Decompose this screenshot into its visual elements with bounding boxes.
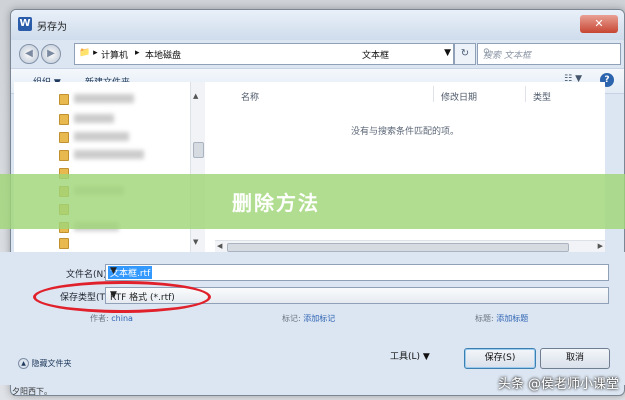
blurred-folder-name xyxy=(74,132,129,141)
search-input[interactable]: 搜索 文本框 ⚲ xyxy=(477,43,621,65)
folder-icon xyxy=(59,238,69,249)
document-text-fragment: 夕阳西下。 xyxy=(12,387,52,396)
folder-icon xyxy=(59,114,69,125)
collapse-icon: ▲ xyxy=(18,358,29,369)
folder-icon xyxy=(59,132,69,143)
address-row: ◀ ▶ 📁 ▸ 计算机 ▸ 本地磁盘 文本框 ▼ ↻ 搜索 文本框 ⚲ xyxy=(11,40,624,68)
tools-dropdown[interactable]: 工具(L) ▼ xyxy=(390,348,462,367)
filename-label: 文件名(N): xyxy=(66,270,110,280)
forward-button[interactable]: ▶ xyxy=(41,44,61,64)
column-modified-date[interactable]: 修改日期 xyxy=(441,90,477,103)
filename-dropdown-icon[interactable]: ▼ xyxy=(108,266,605,276)
breadcrumb-separator-icon: ▸ xyxy=(135,48,140,58)
title-bar: W 另存为 ✕ xyxy=(11,10,624,40)
column-name[interactable]: 名称 xyxy=(241,90,259,103)
hide-folders-toggle[interactable]: ▲ 隐藏文件夹 xyxy=(18,358,72,369)
save-button[interactable]: 保存(S) xyxy=(464,348,536,369)
breadcrumb-textbox[interactable]: 文本框 xyxy=(362,48,389,61)
close-button[interactable]: ✕ xyxy=(580,15,618,33)
title-field: 标题: 添加标题 xyxy=(475,313,528,324)
hscroll-thumb[interactable] xyxy=(227,243,569,252)
folder-icon: 📁 ▸ xyxy=(79,48,98,58)
add-tags-link[interactable]: 添加标记 xyxy=(303,314,335,323)
empty-message: 没有与搜索条件匹配的项。 xyxy=(350,127,459,137)
cancel-button[interactable]: 取消 xyxy=(540,348,610,369)
address-dropdown-icon[interactable]: ▼ xyxy=(444,48,451,58)
blurred-folder-name xyxy=(74,94,134,103)
blurred-folder-name xyxy=(74,114,114,123)
folder-icon xyxy=(59,150,69,161)
save-form: 文件名(N): 文本框.rtf ▼ 保存类型(T): RTF 格式 (*.rtf… xyxy=(0,252,625,385)
tools-label: 工具(L) xyxy=(390,352,421,362)
refresh-button[interactable]: ↻ xyxy=(454,43,476,65)
search-icon[interactable]: ⚲ xyxy=(483,48,616,58)
scroll-thumb[interactable] xyxy=(193,142,204,158)
column-divider[interactable] xyxy=(525,86,526,102)
scroll-right-icon[interactable]: ▶ xyxy=(598,242,603,250)
tags-field: 标记: 添加标记 xyxy=(282,313,335,324)
folder-icon xyxy=(59,94,69,105)
scroll-left-icon[interactable]: ◀ xyxy=(217,242,222,250)
tags-label: 标记: xyxy=(282,314,301,323)
author-value[interactable]: china xyxy=(111,314,133,323)
add-title-link[interactable]: 添加标题 xyxy=(496,314,528,323)
address-bar[interactable]: 📁 ▸ 计算机 ▸ 本地磁盘 文本框 ▼ xyxy=(74,43,454,65)
hide-folders-label: 隐藏文件夹 xyxy=(31,359,72,368)
highlight-ellipse xyxy=(33,281,211,313)
blurred-folder-name xyxy=(74,150,144,159)
breadcrumb-local-disk[interactable]: 本地磁盘 xyxy=(145,48,181,61)
window-title: 另存为 xyxy=(37,22,67,33)
scroll-up-icon[interactable]: ▲ xyxy=(193,92,198,100)
author-field: 作者: china xyxy=(90,313,133,324)
title-label: 标题: xyxy=(475,314,494,323)
column-divider[interactable] xyxy=(433,86,434,102)
word-app-icon: W xyxy=(18,17,32,31)
filename-input[interactable]: 文本框.rtf ▼ xyxy=(105,264,609,281)
author-label: 作者: xyxy=(90,314,109,323)
banner-title: 删除方法 xyxy=(232,191,320,215)
tools-dropdown-icon: ▼ xyxy=(422,352,430,362)
watermark: 头条 @侯老师小课堂 xyxy=(497,377,619,392)
scroll-down-icon[interactable]: ▼ xyxy=(193,238,198,246)
back-button[interactable]: ◀ xyxy=(19,44,39,64)
column-type[interactable]: 类型 xyxy=(533,90,551,103)
breadcrumb-computer[interactable]: 计算机 xyxy=(101,48,128,61)
